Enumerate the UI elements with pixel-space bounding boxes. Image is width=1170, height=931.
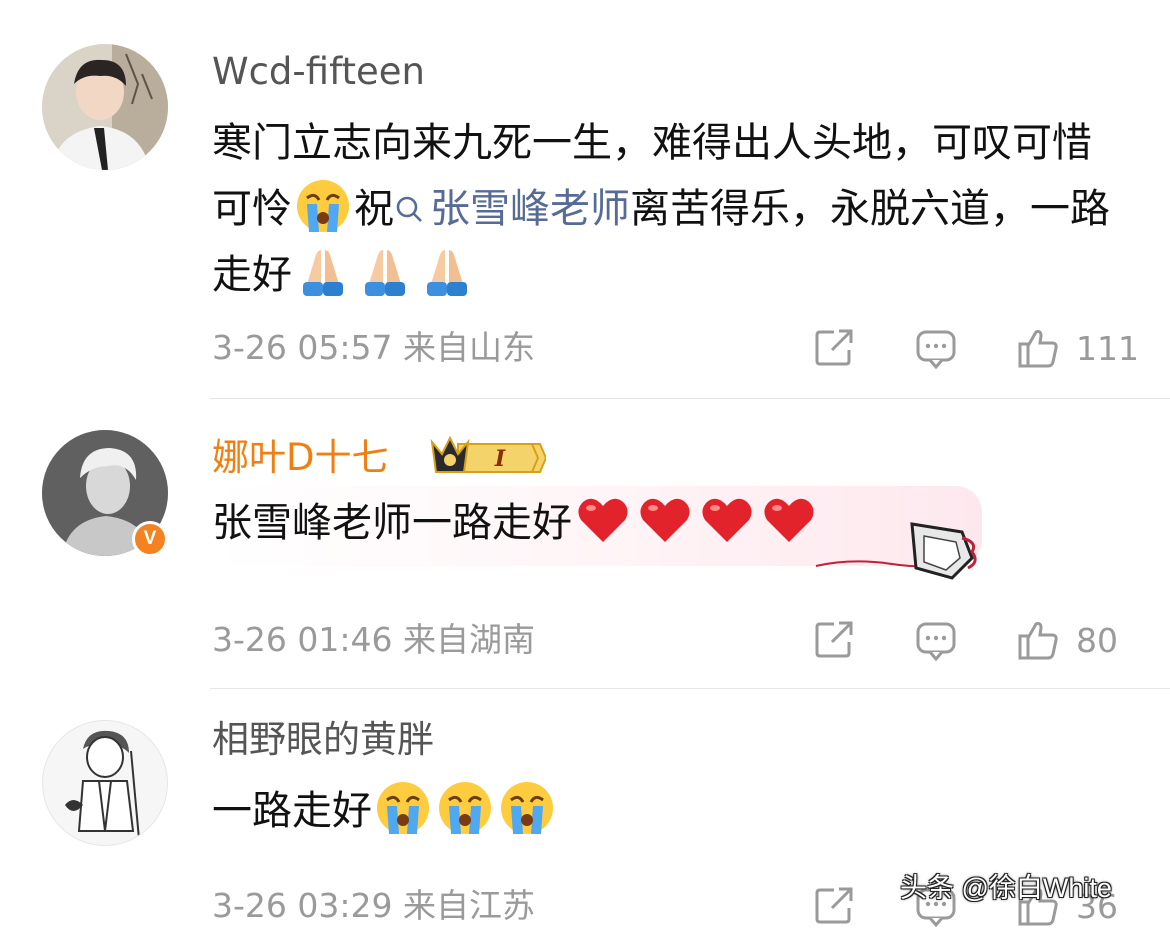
divider — [210, 688, 1170, 689]
comment-meta: 3-26 03:29 来自江苏 — [212, 886, 535, 926]
share-icon — [815, 887, 853, 924]
comment-text-part: 祝 — [354, 186, 394, 232]
red-heart-emoji — [637, 492, 693, 548]
share-button[interactable] — [812, 326, 856, 370]
avatar[interactable] — [42, 720, 168, 846]
red-heart-emoji — [575, 492, 631, 548]
comment-button[interactable] — [914, 618, 958, 662]
comment-date: 3-26 01:46 — [212, 620, 393, 659]
comment-text: 一路走好 — [212, 778, 1112, 844]
share-button[interactable] — [812, 618, 856, 662]
bubble-decoration-icon — [815, 522, 977, 580]
share-button[interactable] — [812, 884, 856, 928]
like-button[interactable]: 80 — [1016, 618, 1118, 662]
vip-level-text: I — [494, 446, 506, 472]
thumbs-up-icon — [1018, 622, 1058, 660]
avatar[interactable] — [42, 44, 168, 170]
like-count: 80 — [1076, 620, 1118, 660]
verified-badge: V — [132, 521, 168, 557]
folded-hands-emoji — [295, 244, 351, 300]
comment-location: 来自湖南 — [403, 620, 535, 659]
mention-link[interactable]: 张雪峰老师 — [394, 186, 630, 232]
divider — [210, 398, 1170, 399]
crying-face-emoji — [375, 780, 431, 836]
comment-item: V 娜叶D十七 I 张雪峰老师一路走好 3-26 01:46 来自湖南 80 — [0, 400, 1170, 690]
comment-location: 来自江苏 — [403, 886, 535, 925]
comment-meta: 3-26 05:57 来自山东 — [212, 328, 535, 368]
comment-button[interactable] — [914, 326, 958, 370]
comment-text-part: 一路走好 — [212, 788, 372, 834]
username[interactable]: Wcd-fifteen — [212, 50, 425, 94]
comment-meta: 3-26 01:46 来自湖南 — [212, 620, 535, 660]
watermark: 头条 @徐白White — [900, 873, 1112, 903]
like-count: 111 — [1076, 328, 1139, 368]
comment-item: Wcd-fifteen 寒门立志向来九死一生，难得出人头地，可叹可惜可怜祝张雪峰… — [0, 0, 1170, 400]
vip-crown-badge: I — [430, 435, 546, 473]
comment-text-part: 张雪峰老师一路走好 — [212, 500, 572, 546]
like-button[interactable]: 111 — [1016, 326, 1139, 370]
comment-date: 3-26 03:29 — [212, 886, 393, 925]
comment-icon — [916, 330, 956, 370]
folded-hands-emoji — [419, 244, 475, 300]
comment-icon — [916, 622, 956, 662]
username[interactable]: 相野眼的黄胖 — [212, 718, 434, 762]
mention-text: 张雪峰老师 — [430, 186, 630, 232]
crying-face-emoji — [437, 780, 493, 836]
red-heart-emoji — [761, 492, 817, 548]
username[interactable]: 娜叶D十七 — [212, 436, 389, 480]
comment-location: 来自山东 — [403, 328, 535, 367]
search-icon — [396, 196, 422, 222]
share-icon — [815, 621, 853, 658]
comment-text: 寒门立志向来九死一生，难得出人头地，可叹可惜可怜祝张雪峰老师离苦得乐，永脱六道，… — [212, 110, 1112, 308]
share-icon — [815, 329, 853, 366]
red-heart-emoji — [699, 492, 755, 548]
crying-face-emoji — [295, 178, 351, 234]
thumbs-up-icon — [1018, 330, 1058, 368]
crying-face-emoji — [499, 780, 555, 836]
folded-hands-emoji — [357, 244, 413, 300]
comment-date: 3-26 05:57 — [212, 328, 393, 367]
comment-list: Wcd-fifteen 寒门立志向来九死一生，难得出人头地，可叹可惜可怜祝张雪峰… — [0, 0, 1170, 931]
